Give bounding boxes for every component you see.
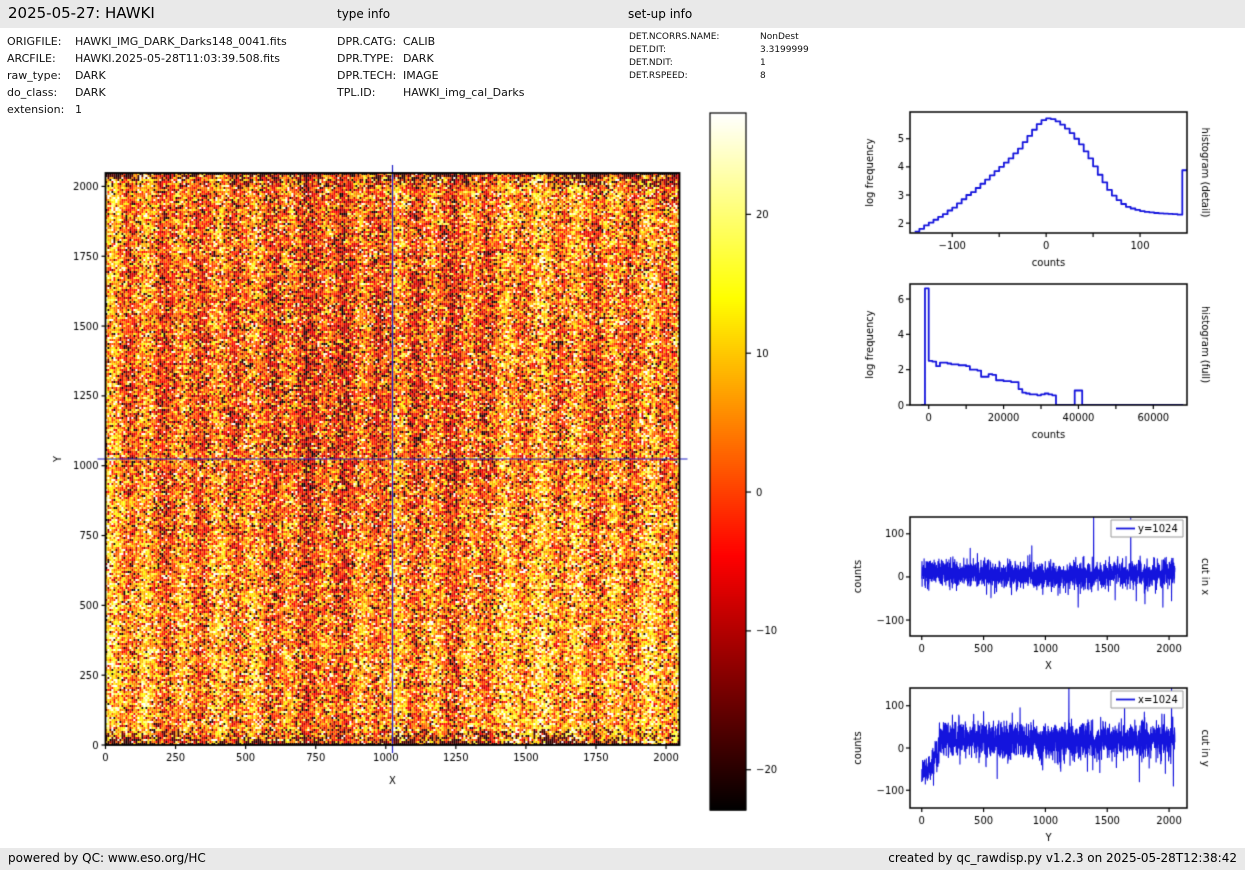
meta-value: CALIB — [403, 35, 435, 48]
meta-label: DET.NDIT: — [629, 57, 760, 70]
meta-row: ARCFILE:HAWKI.2025-05-28T11:03:39.508.fi… — [7, 50, 287, 67]
colorbar — [700, 100, 795, 820]
type-info-header: type info — [337, 7, 390, 21]
meta-label: DET.RSPEED: — [629, 70, 760, 83]
meta-row: raw_type:DARK — [7, 67, 287, 84]
footer-bar: powered by QC: www.eso.org/HC created by… — [0, 848, 1245, 870]
meta-label: ORIGFILE: — [7, 33, 75, 50]
footer-right-text: created by qc_rawdisp.py v1.2.3 on 2025-… — [888, 851, 1237, 865]
meta-row: DET.NCORRS.NAME:NonDest — [629, 31, 809, 44]
meta-value: DARK — [75, 69, 106, 82]
meta-label: raw_type: — [7, 67, 75, 84]
meta-label: do_class: — [7, 84, 75, 101]
page-title: 2025-05-27: HAWKI — [8, 4, 155, 22]
setup-info-header: set-up info — [628, 7, 692, 21]
meta-value: 1 — [760, 58, 766, 68]
meta-value: DARK — [403, 52, 434, 65]
meta-value: DARK — [75, 86, 106, 99]
histogram-full-plot — [850, 270, 1245, 460]
meta-row: ORIGFILE:HAWKI_IMG_DARK_Darks148_0041.fi… — [7, 33, 287, 50]
meta-row: extension:1 — [7, 101, 287, 118]
meta-value: NonDest — [760, 32, 799, 42]
meta-row: DET.DIT:3.3199999 — [629, 44, 809, 57]
meta-label: DPR.CATG: — [337, 33, 403, 50]
meta-value: 1 — [75, 103, 82, 116]
cut-in-y-plot — [850, 672, 1245, 848]
meta-label: DET.NCORRS.NAME: — [629, 31, 760, 44]
header-bar: 2025-05-27: HAWKI type info set-up info — [0, 0, 1245, 28]
meta-value: 8 — [760, 71, 766, 81]
dark-frame-image-plot — [40, 145, 700, 800]
meta-value: 3.3199999 — [760, 45, 809, 55]
meta-row: DET.NDIT:1 — [629, 57, 809, 70]
file-info-block: ORIGFILE:HAWKI_IMG_DARK_Darks148_0041.fi… — [7, 33, 287, 118]
meta-row: DPR.TYPE:DARK — [337, 50, 524, 67]
meta-value: IMAGE — [403, 69, 439, 82]
footer-left-text: powered by QC: www.eso.org/HC — [8, 851, 206, 865]
meta-label: DPR.TECH: — [337, 67, 403, 84]
meta-row: do_class:DARK — [7, 84, 287, 101]
meta-label: DPR.TYPE: — [337, 50, 403, 67]
meta-label: DET.DIT: — [629, 44, 760, 57]
meta-label: ARCFILE: — [7, 50, 75, 67]
type-info-block: DPR.CATG:CALIB DPR.TYPE:DARK DPR.TECH:IM… — [337, 33, 524, 101]
histogram-detail-plot — [850, 95, 1245, 285]
setup-info-block: DET.NCORRS.NAME:NonDest DET.DIT:3.319999… — [629, 31, 809, 83]
meta-row: DET.RSPEED:8 — [629, 70, 809, 83]
meta-value: HAWKI_IMG_DARK_Darks148_0041.fits — [75, 35, 287, 48]
meta-value: HAWKI_img_cal_Darks — [403, 86, 524, 99]
meta-label: extension: — [7, 101, 75, 118]
meta-row: DPR.TECH:IMAGE — [337, 67, 524, 84]
meta-row: TPL.ID:HAWKI_img_cal_Darks — [337, 84, 524, 101]
cut-in-x-plot — [850, 500, 1245, 690]
meta-row: DPR.CATG:CALIB — [337, 33, 524, 50]
meta-label: TPL.ID: — [337, 84, 403, 101]
meta-value: HAWKI.2025-05-28T11:03:39.508.fits — [75, 52, 280, 65]
